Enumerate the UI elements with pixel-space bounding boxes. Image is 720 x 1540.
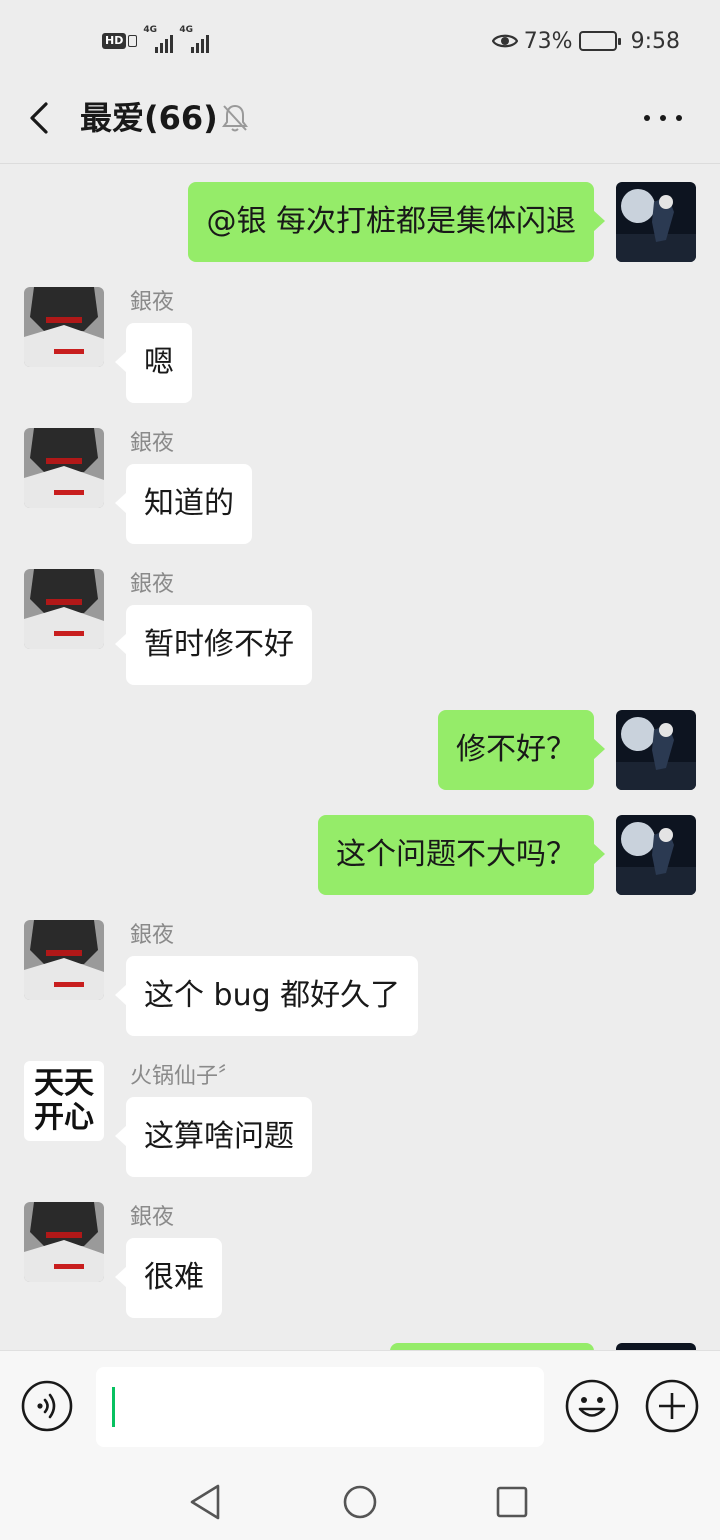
message-bubble[interactable]: @银 每次打桩都是集体闪退 xyxy=(188,182,605,262)
status-right-icons: 73% 9:58 xyxy=(491,26,680,56)
message-bubble[interactable]: 这个问题不大吗？ xyxy=(318,815,605,895)
yinye-avatar[interactable] xyxy=(24,287,104,367)
self-avatar-image xyxy=(616,182,696,262)
yinye-avatar[interactable] xyxy=(24,569,104,649)
huoguo-avatar[interactable]: 天天 开心 xyxy=(24,1061,104,1141)
nav-back-icon[interactable] xyxy=(186,1482,226,1522)
yinye-avatar-image xyxy=(24,920,104,1000)
signal-icon-1: 4G xyxy=(143,25,174,53)
mute-bell-icon xyxy=(222,104,248,132)
status-left-icons: HD 4G 4G xyxy=(102,25,210,54)
message-bubble-partial[interactable] xyxy=(390,1343,594,1350)
signal-label-1: 4G xyxy=(143,25,157,35)
yinye-avatar-image xyxy=(24,287,104,367)
hd-voice-icon: HD xyxy=(102,33,127,49)
hd-sim-icon xyxy=(128,35,138,47)
self-avatar[interactable] xyxy=(616,815,696,895)
message-list[interactable]: @银 每次打桩都是集体闪退 銀夜 嗯 銀夜 知道的 銀夜 暂时修不好 修不好？ … xyxy=(0,165,720,1350)
chat-title: 最爱(66) xyxy=(80,99,218,137)
chat-header: 最爱(66) xyxy=(0,82,720,164)
sender-name: 銀夜 xyxy=(130,290,175,315)
message-bubble[interactable]: 嗯 xyxy=(115,323,192,403)
message-input[interactable] xyxy=(96,1367,544,1447)
self-avatar[interactable] xyxy=(616,1343,696,1350)
battery-percent: 73% xyxy=(523,28,573,54)
emoji-icon[interactable] xyxy=(564,1378,620,1434)
yinye-avatar[interactable] xyxy=(24,428,104,508)
message-bubble[interactable]: 这算啥问题 xyxy=(115,1097,312,1177)
message-bubble[interactable]: 这个 bug 都好久了 xyxy=(114,956,419,1036)
signal-label-2: 4G xyxy=(179,25,193,35)
self-avatar[interactable] xyxy=(616,182,696,262)
avatar-text-line: 天天 xyxy=(34,1066,94,1101)
message-bubble[interactable]: 很难 xyxy=(115,1238,222,1318)
more-dot-icon xyxy=(676,115,682,121)
yinye-avatar-image xyxy=(24,1202,104,1282)
huoguo-avatar-image: 天天 开心 xyxy=(24,1061,104,1141)
self-avatar[interactable] xyxy=(616,710,696,790)
system-nav-bar xyxy=(0,1460,720,1540)
nav-home-icon[interactable] xyxy=(340,1482,380,1522)
plus-icon[interactable] xyxy=(644,1378,700,1434)
message-bubble[interactable]: 知道的 xyxy=(115,464,252,544)
message-bubble[interactable]: 修不好？ xyxy=(438,710,605,790)
sender-name: 火锅仙子〞 xyxy=(130,1064,241,1089)
sender-name: 銀夜 xyxy=(130,572,175,597)
nav-recent-apps-icon[interactable] xyxy=(492,1482,532,1522)
text-caret xyxy=(112,1387,115,1427)
more-options-button[interactable] xyxy=(644,112,682,124)
yinye-avatar[interactable] xyxy=(24,920,104,1000)
self-avatar-image xyxy=(616,710,696,790)
status-bar: HD 4G 4G 73% 9:58 xyxy=(0,0,720,82)
voice-input-icon[interactable] xyxy=(20,1379,74,1433)
sender-name: 銀夜 xyxy=(130,923,175,948)
clock: 9:58 xyxy=(630,28,680,54)
eye-icon xyxy=(491,34,518,48)
more-dot-icon xyxy=(644,115,650,121)
input-bar xyxy=(0,1350,720,1460)
sender-name: 銀夜 xyxy=(130,1205,175,1230)
more-dot-icon xyxy=(660,115,666,121)
yinye-avatar[interactable] xyxy=(24,1202,104,1282)
sender-name: 銀夜 xyxy=(130,431,175,456)
yinye-avatar-image xyxy=(24,428,104,508)
battery-icon xyxy=(578,31,621,51)
back-arrow-icon[interactable] xyxy=(22,98,62,138)
self-avatar-image xyxy=(616,815,696,895)
avatar-text-line: 开心 xyxy=(34,1100,94,1135)
yinye-avatar-image xyxy=(24,569,104,649)
signal-icon-2: 4G xyxy=(179,25,210,53)
message-bubble[interactable]: 暂时修不好 xyxy=(115,605,312,685)
